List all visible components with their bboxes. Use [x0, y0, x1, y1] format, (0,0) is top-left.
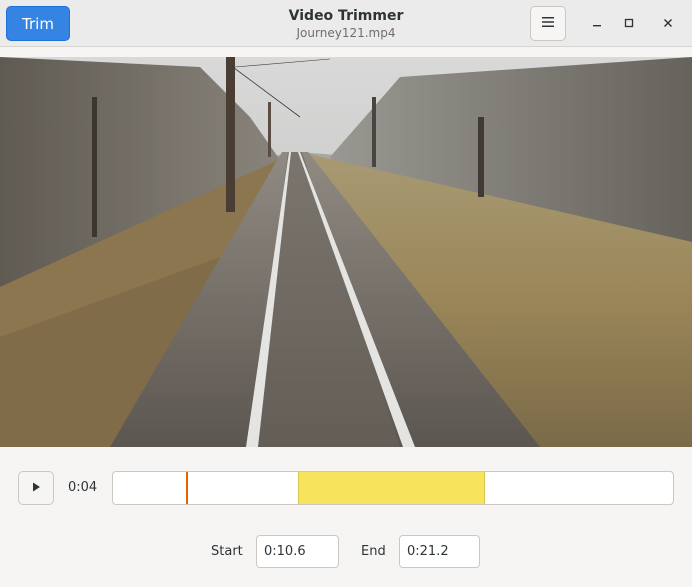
minimize-icon	[591, 17, 603, 32]
video-preview[interactable]	[0, 57, 692, 447]
header-bar: Trim Video Trimmer Journey121.mp4	[0, 0, 692, 47]
maximize-button[interactable]	[616, 11, 642, 37]
current-time: 0:04	[68, 480, 98, 495]
play-button[interactable]	[18, 471, 54, 505]
trim-button[interactable]: Trim	[6, 6, 70, 41]
video-frame-image	[0, 57, 692, 447]
minimize-button[interactable]	[584, 11, 610, 37]
end-time-field[interactable]	[399, 535, 480, 568]
close-icon	[662, 17, 674, 32]
play-icon	[30, 481, 42, 496]
main-menu-button[interactable]	[530, 6, 566, 41]
hamburger-menu-icon	[541, 16, 555, 31]
timeline-scrubber[interactable]	[112, 471, 674, 505]
start-time-field[interactable]	[256, 535, 339, 568]
start-label: Start	[211, 544, 243, 559]
trim-selection-range[interactable]	[297, 472, 486, 504]
playhead-marker[interactable]	[185, 472, 188, 504]
close-button[interactable]	[655, 11, 681, 37]
end-label: End	[361, 544, 386, 559]
maximize-icon	[623, 17, 635, 32]
